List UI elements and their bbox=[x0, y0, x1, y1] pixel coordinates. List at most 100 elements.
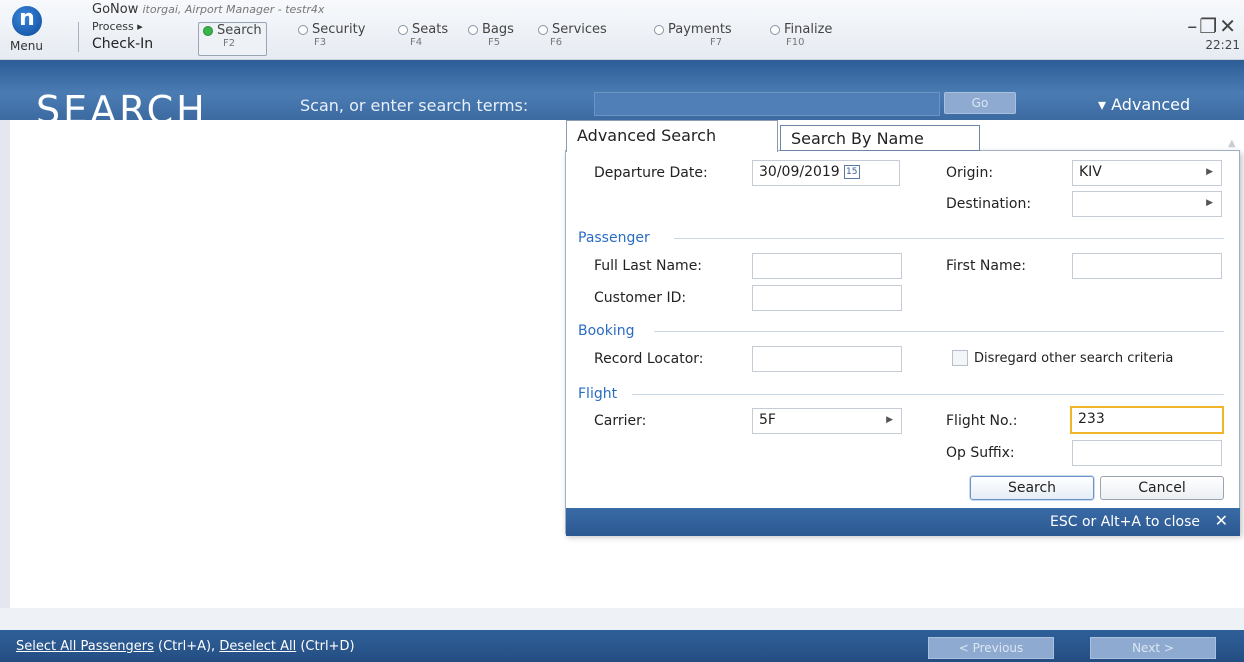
disregard-label[interactable]: Disregard other search criteria bbox=[974, 351, 1173, 366]
step-security[interactable]: Security F3 bbox=[298, 22, 365, 56]
section-divider bbox=[654, 331, 1224, 332]
section-booking: Booking bbox=[578, 323, 635, 339]
origin-label: Origin: bbox=[946, 165, 994, 181]
close-icon[interactable]: ✕ bbox=[1215, 511, 1228, 530]
op-suffix-label: Op Suffix: bbox=[946, 445, 1015, 461]
process-menu[interactable]: Process ▸ bbox=[92, 20, 143, 33]
status-dot-icon bbox=[203, 25, 213, 36]
step-label: Finalize bbox=[784, 22, 833, 37]
step-key: F5 bbox=[488, 37, 501, 48]
op-suffix-field[interactable] bbox=[1072, 440, 1222, 466]
step-label: Security bbox=[312, 22, 366, 37]
tab-advanced-search[interactable]: Advanced Search bbox=[566, 120, 778, 152]
select-all-shortcut: (Ctrl+A), bbox=[153, 639, 220, 654]
section-passenger: Passenger bbox=[578, 230, 650, 246]
step-key: F2 bbox=[223, 38, 236, 49]
scroll-up-icon[interactable]: ▲ bbox=[1228, 138, 1236, 149]
panel-footer: ESC or Alt+A to close ✕ bbox=[566, 508, 1240, 536]
first-name-label: First Name: bbox=[946, 258, 1026, 274]
departure-date-label: Departure Date: bbox=[594, 165, 708, 181]
cancel-button[interactable]: Cancel bbox=[1100, 476, 1224, 500]
deselect-all-link[interactable]: Deselect All bbox=[219, 639, 296, 654]
step-key: F10 bbox=[786, 37, 805, 48]
window-controls: –❐✕ bbox=[1187, 14, 1238, 38]
customer-id-label: Customer ID: bbox=[594, 290, 687, 306]
record-locator-field[interactable] bbox=[752, 346, 902, 372]
customer-id-field[interactable] bbox=[752, 285, 902, 311]
destination-label: Destination: bbox=[946, 196, 1032, 212]
full-last-name-label: Full Last Name: bbox=[594, 258, 703, 274]
search-prompt: Scan, or enter search terms: bbox=[300, 96, 529, 115]
search-input[interactable] bbox=[594, 92, 940, 116]
page-title: SEARCH bbox=[36, 88, 208, 132]
step-label: Search bbox=[217, 23, 262, 38]
departure-date-field[interactable]: 30/09/2019 15 bbox=[752, 160, 900, 186]
destination-field[interactable]: ▶ bbox=[1072, 191, 1222, 217]
list-bottom-strip bbox=[0, 608, 1244, 630]
app-title: GoNow itorgai, Airport Manager - testr4x bbox=[92, 2, 324, 17]
minimize-icon[interactable]: – bbox=[1187, 14, 1199, 38]
user-info: itorgai, Airport Manager - testr4x bbox=[142, 3, 325, 16]
previous-button[interactable]: < Previous bbox=[928, 637, 1054, 659]
restore-icon[interactable]: ❐ bbox=[1199, 14, 1219, 38]
tab-search-by-name[interactable]: Search By Name bbox=[780, 125, 980, 151]
title-bar: n Menu GoNow itorgai, Airport Manager - … bbox=[0, 0, 1244, 60]
status-dot-icon bbox=[468, 24, 478, 35]
footer-links: Select All Passengers (Ctrl+A), Deselect… bbox=[16, 639, 355, 654]
step-search[interactable]: Search F2 bbox=[198, 22, 267, 56]
process-name: Check-In bbox=[92, 36, 154, 52]
select-all-link[interactable]: Select All Passengers bbox=[16, 639, 154, 654]
carrier-label: Carrier: bbox=[594, 413, 647, 429]
disregard-checkbox[interactable] bbox=[952, 350, 968, 366]
search-button[interactable]: Search bbox=[970, 476, 1094, 500]
step-seats[interactable]: Seats F4 bbox=[398, 22, 448, 56]
status-dot-icon bbox=[770, 24, 780, 35]
status-dot-icon bbox=[538, 24, 548, 35]
section-divider bbox=[632, 394, 1224, 395]
next-button[interactable]: Next > bbox=[1090, 637, 1216, 659]
step-finalize[interactable]: Finalize F10 bbox=[770, 22, 832, 56]
status-dot-icon bbox=[398, 24, 408, 35]
step-payments[interactable]: Payments F7 bbox=[654, 22, 732, 56]
step-label: Services bbox=[552, 22, 607, 37]
first-name-field[interactable] bbox=[1072, 253, 1222, 279]
status-dot-icon bbox=[654, 24, 664, 35]
close-icon[interactable]: ✕ bbox=[1219, 14, 1238, 38]
step-key: F6 bbox=[550, 37, 563, 48]
origin-field[interactable]: KIV ▶ bbox=[1072, 160, 1222, 186]
departure-date-value: 30/09/2019 bbox=[759, 164, 840, 180]
app-logo-icon[interactable]: n bbox=[12, 6, 42, 36]
step-label: Bags bbox=[482, 22, 514, 37]
step-key: F7 bbox=[710, 37, 723, 48]
section-divider bbox=[674, 238, 1224, 239]
record-locator-label: Record Locator: bbox=[594, 351, 704, 367]
full-last-name-field[interactable] bbox=[752, 253, 902, 279]
clock: 22:21 bbox=[1205, 38, 1240, 52]
go-button[interactable]: Go bbox=[944, 92, 1016, 114]
step-key: F3 bbox=[314, 37, 327, 48]
left-edge bbox=[0, 120, 10, 630]
dropdown-arrow-icon[interactable]: ▶ bbox=[1206, 167, 1213, 177]
step-bags[interactable]: Bags F5 bbox=[468, 22, 514, 56]
deselect-all-shortcut: (Ctrl+D) bbox=[296, 639, 355, 654]
section-flight: Flight bbox=[578, 386, 618, 402]
step-services[interactable]: Services F6 bbox=[538, 22, 607, 56]
step-key: F4 bbox=[410, 37, 423, 48]
menu-label[interactable]: Menu bbox=[10, 39, 43, 53]
step-label: Seats bbox=[412, 22, 449, 37]
status-dot-icon bbox=[298, 24, 308, 35]
flight-no-field[interactable]: 233 bbox=[1070, 406, 1224, 434]
app-name: GoNow bbox=[92, 2, 139, 17]
footer-bar: Select All Passengers (Ctrl+A), Deselect… bbox=[0, 630, 1244, 662]
carrier-field[interactable]: 5F ▶ bbox=[752, 408, 902, 434]
origin-value: KIV bbox=[1079, 164, 1102, 180]
advanced-toggle[interactable]: ▾ Advanced bbox=[1098, 95, 1190, 114]
dropdown-arrow-icon[interactable]: ▶ bbox=[1206, 198, 1213, 208]
calendar-icon[interactable]: 15 bbox=[843, 165, 860, 179]
divider bbox=[78, 22, 79, 52]
dropdown-arrow-icon[interactable]: ▶ bbox=[886, 415, 893, 425]
carrier-value: 5F bbox=[759, 412, 776, 428]
step-label: Payments bbox=[668, 22, 732, 37]
flight-no-label: Flight No.: bbox=[946, 413, 1018, 429]
close-hint: ESC or Alt+A to close bbox=[1049, 514, 1200, 530]
